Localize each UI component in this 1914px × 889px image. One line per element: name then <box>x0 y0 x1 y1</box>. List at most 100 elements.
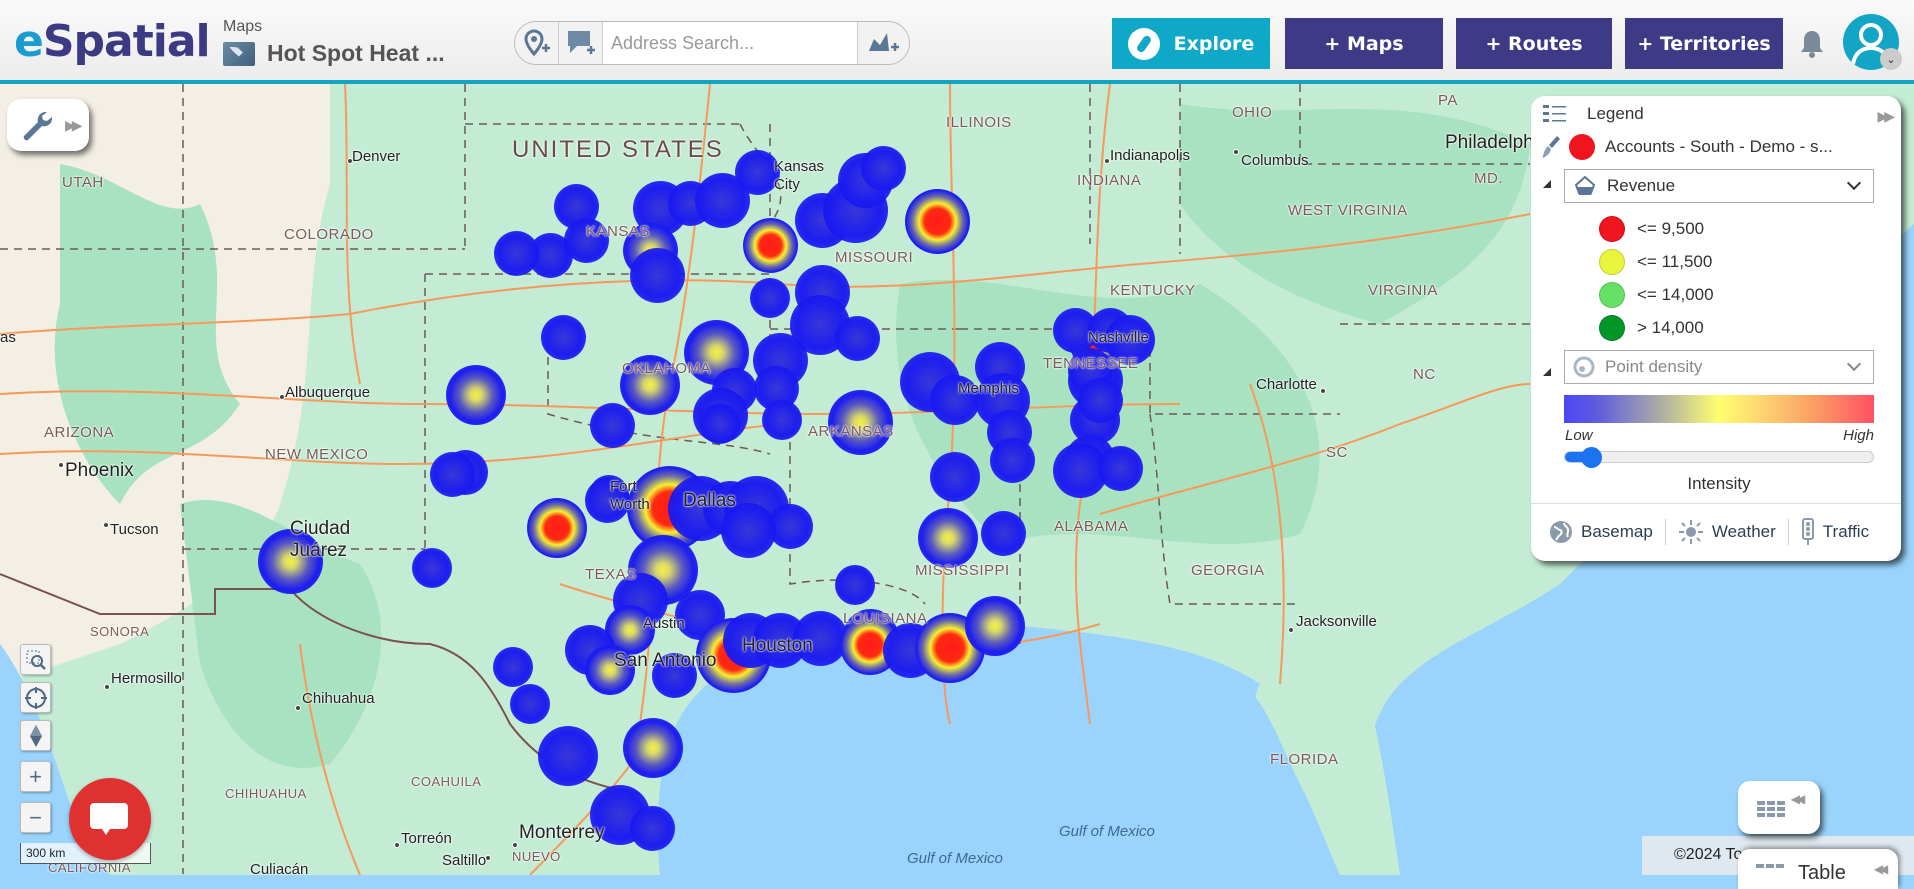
heatmap-gradient <box>1564 395 1874 423</box>
paintbrush-icon[interactable] <box>1541 134 1561 160</box>
zoom-out-button[interactable]: − <box>20 802 51 833</box>
state-label: INDIANA <box>1077 172 1142 189</box>
add-territories-button[interactable]: + Territories <box>1625 18 1783 69</box>
weather-button[interactable]: Weather <box>1678 519 1776 545</box>
add-pin-button[interactable] <box>515 22 559 64</box>
city-label: Memphis <box>958 380 1019 397</box>
city-label: Houston <box>742 635 813 656</box>
collapse-legend-icon[interactable]: ▶▶ <box>1877 108 1894 125</box>
espatial-logo[interactable]: eSpatial <box>14 16 211 67</box>
city-label: Jacksonville <box>1296 613 1377 630</box>
intensity-slider-thumb[interactable] <box>1581 447 1602 468</box>
state-label: PA <box>1438 92 1458 109</box>
collapse-table-icon[interactable]: ◀◀ <box>1874 862 1889 876</box>
city-label: Dallas <box>683 490 736 511</box>
legend-panel: Legend ▶▶ Accounts - South - Demo - s...… <box>1531 96 1901 561</box>
zoom-in-button[interactable]: + <box>20 761 51 792</box>
chat-icon <box>90 803 128 835</box>
globe-icon <box>1550 521 1572 543</box>
expand-table-icon: ◀◀ <box>1790 791 1806 806</box>
add-maps-button[interactable]: + Maps <box>1285 18 1443 69</box>
add-territory-button[interactable] <box>857 22 909 64</box>
chat-button[interactable] <box>69 778 151 860</box>
water-label: Gulf of Mexico <box>1059 823 1155 840</box>
heatmap-mode-select[interactable]: Point density <box>1564 350 1874 384</box>
traffic-button[interactable]: Traffic <box>1801 518 1869 546</box>
state-label: ALABAMA <box>1054 518 1129 535</box>
notification-bell-icon[interactable] <box>1797 28 1827 60</box>
state-label: LOUISIANA <box>843 610 928 627</box>
legend-footer: Basemap Weather Traffic <box>1549 518 1869 546</box>
wrench-icon <box>23 111 53 141</box>
locate-button[interactable] <box>20 682 51 713</box>
state-label: OHIO <box>1232 104 1273 121</box>
collapse-heatmap-toggle[interactable] <box>1543 368 1551 376</box>
zoom-box-button[interactable] <box>20 644 51 675</box>
address-search-input[interactable] <box>603 22 857 64</box>
state-label: ARIZONA <box>44 424 115 441</box>
breadcrumb-maps[interactable]: Maps <box>223 18 262 36</box>
city-label: Torreón <box>401 830 452 847</box>
collapse-style-toggle[interactable] <box>1543 180 1551 188</box>
state-label: KANSAS <box>586 223 650 240</box>
state-label: NUEVO <box>512 849 561 864</box>
tools-panel[interactable]: ▶▶ <box>7 99 89 151</box>
class-color-swatch <box>1599 315 1625 341</box>
city-dot <box>58 462 64 468</box>
legend-class-row: > 14,000 <box>1599 315 1704 341</box>
add-comment-button[interactable] <box>559 22 603 64</box>
map-toolbar <box>514 21 910 65</box>
city-dot <box>1320 388 1326 394</box>
legend-title: Legend <box>1587 104 1644 123</box>
user-menu-chevron-icon[interactable]: ⌄ <box>1880 48 1902 70</box>
add-routes-button[interactable]: + Routes <box>1456 18 1612 69</box>
state-label: GEORGIA <box>1191 562 1265 579</box>
state-label: SC <box>1326 444 1348 461</box>
add-territory-icon <box>868 33 899 51</box>
divider <box>1787 519 1789 545</box>
city-label: Nashville <box>1088 329 1149 346</box>
chevron-down-icon <box>1846 175 1862 191</box>
map-title-group: Hot Spot Heat ... <box>223 40 445 67</box>
city-label: Tucson <box>110 521 159 538</box>
add-comment-icon <box>567 31 595 54</box>
state-label: COAHUILA <box>411 774 482 789</box>
state-label: VIRGINIA <box>1368 282 1438 299</box>
city-label: Culiacán <box>250 861 309 875</box>
intensity-label: Intensity <box>1687 474 1751 493</box>
basemap-button[interactable]: Basemap <box>1549 520 1653 544</box>
table-toggle-button[interactable]: ◀◀ <box>1738 781 1820 834</box>
gradient-low-label: Low <box>1565 427 1593 444</box>
state-label: MISSISSIPPI <box>915 562 1010 579</box>
class-color-swatch <box>1599 249 1625 275</box>
city-label: Austin <box>643 615 685 632</box>
divider <box>1531 503 1901 504</box>
legend-class-row: <= 11,500 <box>1599 249 1712 275</box>
city-label: Charlotte <box>1256 376 1317 393</box>
layer-color-swatch <box>1569 134 1595 160</box>
city-dot <box>103 522 109 528</box>
explore-button[interactable]: Explore <box>1112 18 1270 69</box>
expand-tools-icon[interactable]: ▶▶ <box>65 117 82 134</box>
city-dot <box>1233 149 1239 155</box>
city-label: Hermosillo <box>111 670 182 687</box>
city-label: Phoenix <box>65 460 134 481</box>
app-header: eSpatial Maps Hot Spot Heat ... Explore … <box>0 0 1914 84</box>
state-label: OKLAHOMA <box>622 360 712 377</box>
divider <box>1664 519 1666 545</box>
water-label: Gulf of Mexico <box>907 850 1003 867</box>
legend-list-icon <box>1543 105 1566 122</box>
layer-row[interactable]: Accounts - South - Demo - s... <box>1541 134 1833 160</box>
style-field-select[interactable]: Revenue <box>1564 169 1874 203</box>
map-title[interactable]: Hot Spot Heat ... <box>267 40 445 67</box>
state-label: WEST VIRGINIA <box>1288 202 1408 219</box>
state-label: CHIHUAHUA <box>225 786 307 801</box>
city-label: Fort Worth <box>610 478 650 513</box>
compass-button[interactable] <box>20 720 51 751</box>
state-label: MISSOURI <box>835 249 914 266</box>
table-panel-tab[interactable]: Table ◀◀ <box>1738 849 1898 889</box>
intensity-slider[interactable] <box>1564 447 1874 468</box>
city-dot <box>394 842 400 848</box>
city-label: Kansas City <box>774 158 825 193</box>
city-dot <box>104 684 110 690</box>
